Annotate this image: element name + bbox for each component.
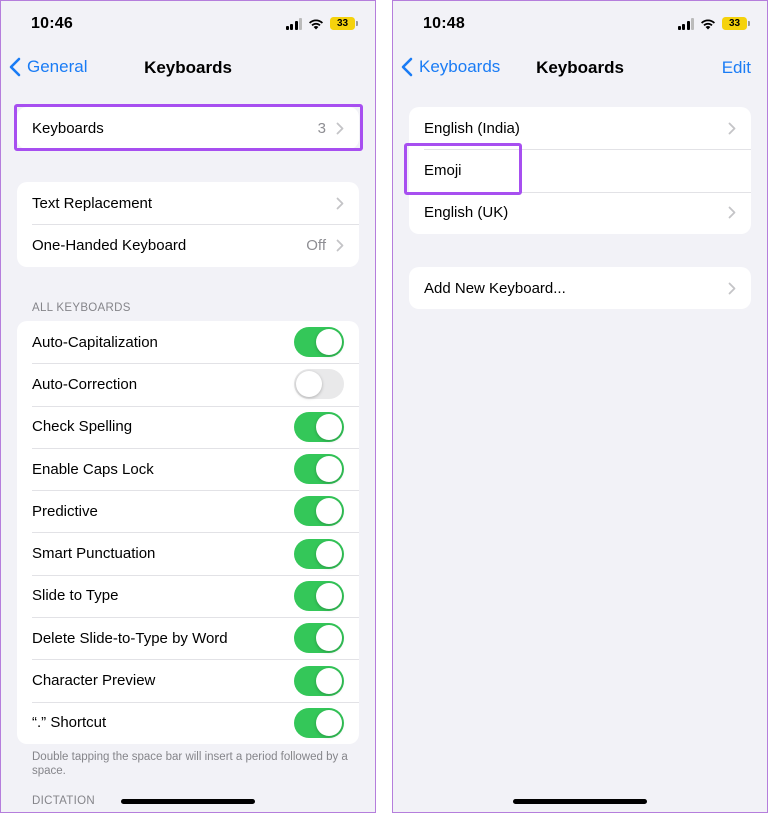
keyboard-row-emoji[interactable]: Emoji bbox=[409, 149, 751, 191]
row-label: Predictive bbox=[32, 502, 98, 520]
text-settings-group: Text Replacement One-Handed Keyboard Off bbox=[17, 182, 359, 267]
enable-caps-lock-toggle[interactable] bbox=[294, 454, 344, 485]
one-handed-value: Off bbox=[306, 236, 326, 254]
toggle-knob bbox=[316, 540, 342, 567]
keyboard-row-english-india[interactable]: English (India) bbox=[409, 107, 751, 149]
row-label: Slide to Type bbox=[32, 587, 119, 605]
toggle-row-auto-correction: Auto-Correction bbox=[17, 363, 359, 405]
right-screen: 10:48 33 Keyboards Keyboards Edit Englis… bbox=[392, 0, 768, 813]
home-indicator bbox=[513, 799, 647, 804]
row-label: Smart Punctuation bbox=[32, 545, 156, 563]
toggle-knob bbox=[316, 498, 342, 525]
chevron-right-icon bbox=[728, 282, 736, 295]
toggle-knob bbox=[316, 709, 342, 736]
auto-capitalization-toggle[interactable] bbox=[294, 327, 344, 358]
keyboard-count: 3 bbox=[317, 119, 326, 137]
left-screen: 10:46 33 General Keyboards Keyboards 3 T… bbox=[0, 0, 376, 813]
back-label: Keyboards bbox=[419, 57, 501, 76]
chevron-right-icon bbox=[336, 239, 344, 252]
keyboard-row-english-uk[interactable]: English (UK) bbox=[409, 191, 751, 234]
back-label: General bbox=[27, 57, 88, 76]
dictation-header: DICTATION bbox=[32, 795, 95, 807]
shortcut-toggle[interactable] bbox=[294, 707, 344, 738]
add-keyboard-group: Add New Keyboard... bbox=[409, 267, 751, 310]
chevron-right-icon bbox=[336, 122, 344, 135]
row-label: Delete Slide-to-Type by Word bbox=[32, 629, 228, 647]
toggle-row-enable-caps-lock: Enable Caps Lock bbox=[17, 447, 359, 490]
row-label: Character Preview bbox=[32, 672, 156, 690]
row-label: Add New Keyboard... bbox=[424, 279, 566, 297]
toggle-row-slide-to-type: Slide to Type bbox=[17, 574, 359, 617]
delete-slide-to-type-by-word-toggle[interactable] bbox=[294, 623, 344, 654]
add-new-keyboard-row[interactable]: Add New Keyboard... bbox=[409, 267, 751, 309]
row-label: Auto-Correction bbox=[32, 375, 138, 393]
slide-to-type-toggle[interactable] bbox=[294, 580, 344, 611]
keyboards-row[interactable]: Keyboards 3 bbox=[17, 107, 359, 149]
chevron-left-icon bbox=[9, 57, 21, 77]
chevron-right-icon bbox=[728, 206, 736, 219]
row-label: Emoji bbox=[424, 161, 462, 179]
status-bar: 10:46 33 bbox=[1, 15, 375, 37]
row-label: Enable Caps Lock bbox=[32, 460, 154, 478]
row-label: Text Replacement bbox=[32, 194, 153, 212]
auto-correction-toggle[interactable] bbox=[294, 369, 344, 400]
toggle-row-auto-capitalization: Auto-Capitalization bbox=[17, 321, 359, 363]
toggle-knob bbox=[316, 329, 342, 356]
battery-icon: 33 bbox=[330, 17, 358, 30]
row-label: Auto-Capitalization bbox=[32, 333, 158, 351]
status-time: 10:48 bbox=[423, 15, 465, 32]
predictive-toggle[interactable] bbox=[294, 496, 344, 527]
row-label: English (UK) bbox=[424, 204, 509, 222]
toggle-row-character-preview: Character Preview bbox=[17, 659, 359, 701]
navigation-bar: General Keyboards bbox=[1, 57, 375, 81]
home-indicator bbox=[121, 799, 255, 804]
toggle-knob bbox=[316, 582, 342, 609]
row-label: Keyboards bbox=[32, 119, 104, 137]
status-time: 10:46 bbox=[31, 15, 73, 32]
cellular-signal-icon bbox=[677, 17, 694, 30]
back-button[interactable]: General bbox=[9, 57, 87, 77]
navigation-bar: Keyboards Keyboards Edit bbox=[393, 57, 767, 81]
toggle-row-delete-slide-to-type-by-word: Delete Slide-to-Type by Word bbox=[17, 617, 359, 659]
row-label: Check Spelling bbox=[32, 418, 133, 436]
wifi-icon bbox=[309, 19, 323, 29]
toggle-row-check-spelling: Check Spelling bbox=[17, 405, 359, 448]
toggle-knob bbox=[316, 456, 342, 483]
toggle-knob bbox=[296, 371, 322, 398]
status-bar: 10:48 33 bbox=[393, 15, 767, 37]
text-replacement-row[interactable]: Text Replacement bbox=[17, 182, 359, 224]
check-spelling-toggle[interactable] bbox=[294, 411, 344, 442]
toggle-row-predictive: Predictive bbox=[17, 490, 359, 532]
one-handed-keyboard-row[interactable]: One-Handed Keyboard Off bbox=[17, 224, 359, 266]
row-label: One-Handed Keyboard bbox=[32, 236, 187, 254]
edit-button[interactable]: Edit bbox=[722, 58, 751, 78]
keyboards-group: Keyboards 3 bbox=[17, 107, 359, 150]
toggle-row-smart-punctuation: Smart Punctuation bbox=[17, 532, 359, 574]
row-label: English (India) bbox=[424, 119, 520, 137]
chevron-left-icon bbox=[401, 57, 413, 77]
all-keyboards-header: ALL KEYBOARDS bbox=[32, 302, 131, 314]
cellular-signal-icon bbox=[285, 17, 302, 30]
toggle-knob bbox=[316, 413, 342, 440]
toggle-knob bbox=[316, 625, 342, 652]
row-label: “.” Shortcut bbox=[32, 714, 107, 732]
smart-punctuation-toggle[interactable] bbox=[294, 538, 344, 569]
toggle-knob bbox=[316, 667, 342, 694]
character-preview-toggle[interactable] bbox=[294, 665, 344, 696]
all-keyboards-group: Auto-Capitalization Auto-Correction Check … bbox=[17, 321, 359, 744]
wifi-icon bbox=[701, 19, 715, 29]
chevron-right-icon bbox=[336, 197, 344, 210]
shortcut-footer: Double tapping the space bar will insert… bbox=[32, 751, 348, 777]
back-button[interactable]: Keyboards bbox=[401, 57, 500, 77]
toggle-row-shortcut: “.” Shortcut bbox=[17, 701, 359, 744]
chevron-right-icon bbox=[728, 122, 736, 135]
keyboard-list: English (India) Emoji English (UK) bbox=[409, 107, 751, 234]
battery-icon: 33 bbox=[722, 17, 750, 30]
